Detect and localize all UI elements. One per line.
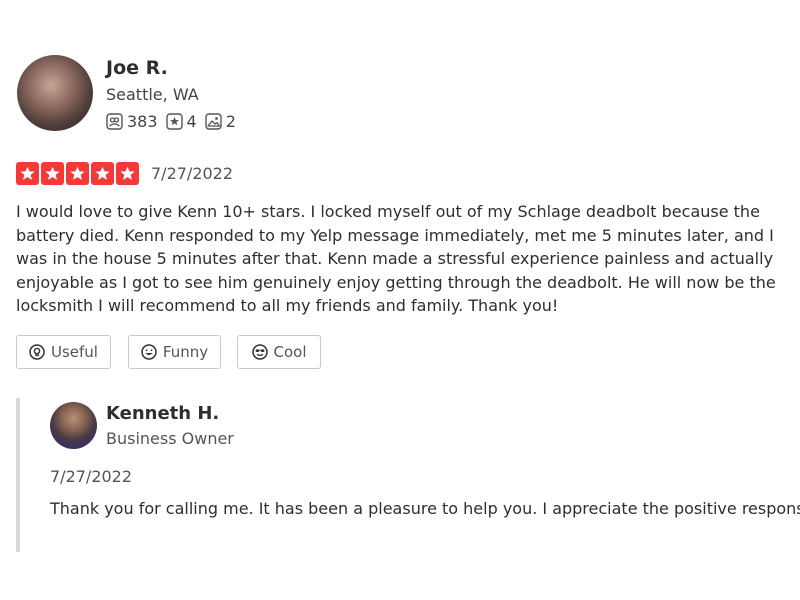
useful-button[interactable]: Useful	[16, 335, 111, 369]
review-text: I would love to give Kenn 10+ stars. I l…	[16, 202, 776, 315]
owner-avatar[interactable]	[50, 402, 97, 449]
user-stats: 383 4 2	[106, 112, 244, 131]
cool-label: Cool	[273, 343, 307, 361]
cool-button[interactable]: Cool	[237, 335, 321, 369]
laugh-icon	[141, 344, 157, 360]
reviews-count: 4	[186, 112, 197, 131]
reply-date: 7/27/2022	[50, 467, 133, 486]
star-1-icon	[16, 162, 39, 185]
friends-count: 383	[127, 112, 158, 131]
rating-row: 7/27/2022	[16, 162, 233, 185]
sunglasses-icon	[251, 344, 268, 360]
funny-button[interactable]: Funny	[128, 335, 221, 369]
user-avatar[interactable]	[17, 55, 93, 131]
review-actions: Useful Funny Cool	[16, 335, 321, 369]
photos-stat: 2	[205, 112, 236, 131]
useful-label: Useful	[51, 343, 98, 361]
star-4-icon	[91, 162, 114, 185]
user-info: Joe R. Seattle, WA 383 4 2	[16, 52, 416, 132]
owner-role: Business Owner	[106, 429, 234, 448]
photo-icon	[205, 113, 222, 130]
funny-label: Funny	[162, 343, 209, 361]
review-date: 7/27/2022	[151, 164, 234, 183]
friends-icon	[106, 113, 123, 130]
star-icon	[165, 113, 183, 130]
star-2-icon	[41, 162, 64, 185]
reviews-stat: 4	[165, 112, 197, 131]
star-5-icon	[116, 162, 139, 185]
owner-name[interactable]: Kenneth H.	[106, 403, 219, 424]
owner-reply: Kenneth H. Business Owner 7/27/2022 Than…	[16, 398, 800, 552]
reply-text: Thank you for calling me. It has been a …	[50, 499, 800, 518]
star-3-icon	[66, 162, 89, 185]
star-rating	[16, 162, 141, 185]
user-location: Seattle, WA	[106, 85, 199, 104]
photos-count: 2	[225, 112, 236, 131]
friends-stat: 383	[106, 112, 158, 131]
lightbulb-icon	[29, 344, 45, 360]
user-name[interactable]: Joe R.	[106, 57, 168, 79]
